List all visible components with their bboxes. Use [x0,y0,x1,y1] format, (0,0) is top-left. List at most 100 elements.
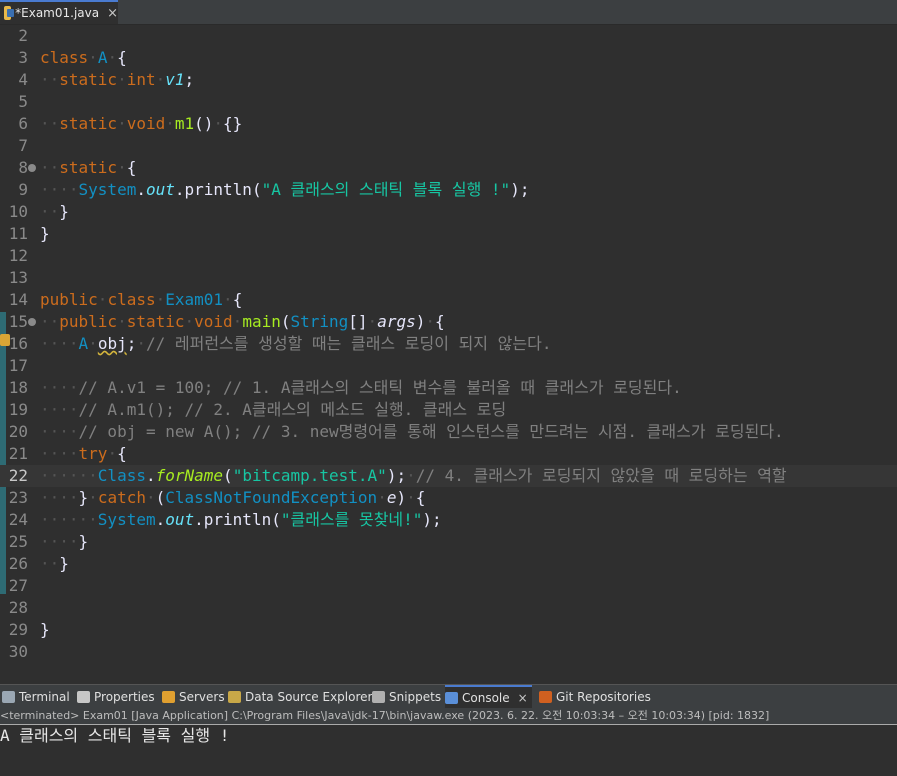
code-token: · [88,334,98,353]
code-line[interactable]: 15 ··public·static·void·main(String[]·arg… [0,311,897,333]
code-line[interactable]: 10 ··} [0,201,897,223]
line-number: 22 [8,466,28,485]
code-line[interactable]: 25 ····} [0,531,897,553]
code-token: // obj = new A(); // 3. new명령어를 통해 인스턴스를… [78,422,784,441]
code-line[interactable]: 6 ··static·void·m1()·{} [0,113,897,135]
code-line[interactable]: 3 class·A·{ [0,47,897,69]
code-token: · [155,290,166,309]
line-number: 25 [8,532,28,551]
code-line[interactable]: 11} [0,223,897,245]
code-token: { [415,488,426,507]
line-number: 19 [8,400,28,419]
code-line[interactable]: 8 ··static·{ [0,157,897,179]
code-text: } [40,619,50,641]
code-line[interactable]: 5 [0,91,897,113]
panel-tab-snippets[interactable]: Snippets [372,685,445,709]
line-number: 27 [8,576,28,595]
panel-tab-git-repositories[interactable]: Git Repositories [539,685,655,709]
console-output-area[interactable]: A 클래스의 스태틱 블록 실행 ! [0,725,897,776]
code-line[interactable]: 13 [0,267,897,289]
close-icon[interactable]: × [107,6,118,21]
code-text: ····// obj = new A(); // 3. new명령어를 통해 인… [40,421,784,443]
line-number: 28 [8,598,28,617]
code-line[interactable]: 26 ··} [0,553,897,575]
code-line[interactable]: 27 [0,575,897,597]
code-line[interactable]: 20 ····// obj = new A(); // 3. new명령어를 통해… [0,421,897,443]
line-number: 15 [8,312,28,331]
code-token: ···· [40,334,79,353]
code-token: .println( [194,510,281,529]
snippets-icon [372,691,385,703]
panel-tab-properties[interactable]: Properties [77,685,159,709]
line-number: 16 [8,334,28,353]
code-token: · [88,48,98,67]
code-token: ( [223,466,233,485]
code-line[interactable]: 2 [0,25,897,47]
code-line[interactable]: 23 ····}·catch·(ClassNotFoundException·e)… [0,487,897,509]
code-text: public·class·Exam01·{ [40,289,242,311]
code-token: void [126,114,166,133]
code-line[interactable]: 21 ····try·{ [0,443,897,465]
code-token: out [165,510,195,529]
code-token: public [59,312,118,331]
code-line[interactable]: 18 ····// A.v1 = 100; // 1. A클래스의 스태틱 변수를… [0,377,897,399]
code-line[interactable]: 28 [0,597,897,619]
database-icon [228,691,241,703]
code-token: · [406,466,416,485]
code-token: } [59,554,69,573]
code-line[interactable]: 30 [0,641,897,660]
panel-tab-data-source-explorer[interactable]: Data Source Explorer [228,685,376,709]
code-token: ···· [40,488,79,507]
fold-toggle-icon[interactable] [28,164,36,172]
line-number: 12 [8,246,28,265]
code-token: ···· [40,400,79,419]
code-token: System [78,180,137,199]
code-line[interactable]: 29} [0,619,897,641]
code-text: ····try·{ [40,443,127,465]
code-token: // A.v1 = 100; // 1. A클래스의 스태틱 변수를 불러올 때… [78,378,682,397]
code-token: main [242,312,281,331]
line-number: 20 [8,422,28,441]
code-token: · [165,114,175,133]
code-line[interactable]: 14 public·class·Exam01·{ [0,289,897,311]
panel-tab-label: Data Source Explorer [245,690,373,704]
panel-tab-console[interactable]: Console × [445,685,532,709]
code-line[interactable]: 9 ····System.out.println("A 클래스의 스태틱 블록 실… [0,179,897,201]
code-text: ····}·catch·(ClassNotFoundException·e)·{ [40,487,425,509]
code-line[interactable]: 16 ····A·obj;·// 레퍼런스를 생성할 때는 클래스 로딩이 되지 … [0,333,897,355]
panel-tab-label: Console [462,691,510,705]
panel-tab-terminal[interactable]: Terminal [2,685,74,709]
code-line[interactable]: 17 [0,355,897,377]
code-token: · [97,290,108,309]
code-token: args [377,312,416,331]
line-number: 3 [18,48,28,67]
code-token: ) [396,488,407,507]
code-token: ClassNotFoundException [165,488,378,507]
code-line[interactable]: 4 ··static·int·v1; [0,69,897,91]
code-token: ); [510,180,530,199]
code-token: { [232,290,243,309]
line-number: 26 [8,554,28,573]
code-token: · [88,488,98,507]
console-status: <terminated> Exam01 [Java Application] C… [0,708,897,725]
code-token: ···· [40,422,79,441]
code-token: Exam01 [165,290,224,309]
code-text: ······Class.forName("bitcamp.test.A");·/… [40,465,787,487]
code-token: m1 [174,114,195,133]
code-token: · [155,70,166,89]
panel-tab-servers[interactable]: Servers [162,685,229,709]
code-line[interactable]: 19 ····// A.m1(); // 2. A클래스의 메소드 실행. 클래스… [0,399,897,421]
code-editor[interactable]: 2 3 class·A·{4 ··static·int·v1; 5 6 ··static·v… [0,25,897,660]
code-line[interactable]: 22 ······Class.forName("bitcamp.test.A");… [0,465,897,487]
code-token: obj [97,334,127,353]
code-line[interactable]: 12 [0,245,897,267]
code-token: forName [155,466,224,485]
code-line[interactable]: 24 ······System.out.println("클래스를 못찾네!"); [0,509,897,531]
code-token: · [406,488,416,507]
editor-tab-exam01[interactable]: *Exam01.java × [0,0,118,24]
code-line[interactable]: 7 [0,135,897,157]
code-token: {} [223,114,243,133]
fold-toggle-icon[interactable] [28,318,36,326]
close-icon[interactable]: × [518,691,528,705]
panel-tab-label: Servers [179,690,225,704]
